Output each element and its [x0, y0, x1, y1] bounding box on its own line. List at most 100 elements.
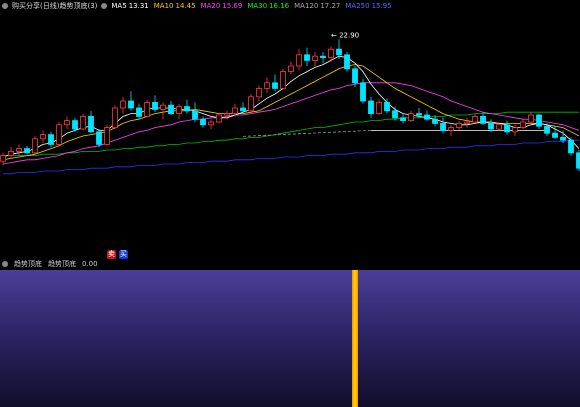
- candle: [8, 147, 14, 159]
- candle-body: [264, 82, 270, 89]
- candle: [112, 105, 118, 129]
- candle-body: [504, 124, 510, 133]
- candle-body: [472, 116, 478, 123]
- candle-body: [216, 114, 222, 123]
- candle-body: [440, 123, 446, 131]
- candle: [504, 120, 510, 135]
- candle: [448, 124, 454, 136]
- indicator-panel[interactable]: [0, 270, 580, 407]
- candle-body: [576, 152, 580, 169]
- candle-body: [208, 121, 214, 126]
- candle-body: [160, 104, 166, 110]
- candle-body: [64, 120, 70, 126]
- candle: [272, 74, 278, 92]
- candle: [168, 101, 174, 115]
- candlestick-chart[interactable]: ← 22.90: [0, 10, 580, 255]
- candle-body: [512, 127, 518, 133]
- indicator-value: 0.00: [82, 260, 98, 268]
- candle: [296, 49, 302, 71]
- candle-body: [128, 100, 134, 109]
- candle: [424, 110, 430, 121]
- candle-body: [256, 88, 262, 98]
- candle-body: [80, 116, 86, 130]
- ma-legend-list: MA5 13.31 MA10 14.45 MA20 15.69 MA30 16.16 MA120…: [111, 2, 391, 10]
- candle-body: [312, 55, 318, 61]
- settings-dot-icon[interactable]: [2, 3, 8, 9]
- candle: [312, 52, 318, 66]
- ma-name: MA20: [200, 2, 221, 10]
- candle: [536, 113, 542, 129]
- candle-body: [40, 134, 46, 140]
- peak-price-label: ← 22.90: [331, 31, 359, 39]
- candle-body: [104, 127, 110, 145]
- candle-body: [568, 139, 574, 154]
- candle: [488, 119, 494, 132]
- ma-toggle-dot-icon[interactable]: [101, 3, 108, 9]
- candle: [288, 61, 294, 75]
- candle-body: [72, 120, 78, 130]
- buy-signal-tag: 买: [119, 250, 128, 259]
- candle: [192, 102, 198, 122]
- candle: [344, 52, 350, 72]
- candle-body: [448, 127, 454, 131]
- candle: [512, 124, 518, 136]
- indicator-dot-icon[interactable]: [2, 261, 8, 267]
- candle-body: [144, 102, 150, 117]
- ma-name: MA10: [153, 2, 174, 10]
- candle-body: [48, 134, 54, 145]
- candle: [248, 94, 254, 113]
- candle: [456, 120, 462, 131]
- ma-name: MA30: [247, 2, 268, 10]
- candle-body: [488, 123, 494, 130]
- trend-line: [242, 130, 372, 137]
- candle: [176, 103, 182, 120]
- candle-body: [528, 114, 534, 123]
- ma-legend-ma120: MA120 17.27: [294, 2, 340, 10]
- ma-value: 17.27: [320, 2, 341, 10]
- ma-value: 16.16: [269, 2, 290, 10]
- candle-body: [408, 113, 414, 121]
- candle: [48, 131, 54, 148]
- ma-legend-ma30: MA30 16.16: [247, 2, 289, 10]
- candle: [200, 116, 206, 128]
- candle-body: [200, 118, 206, 126]
- candle: [360, 78, 366, 104]
- candle-body: [416, 113, 422, 116]
- candle: [16, 144, 22, 156]
- candle: [88, 110, 94, 134]
- candle: [264, 77, 270, 93]
- candle: [160, 102, 166, 120]
- candle-body: [168, 104, 174, 114]
- candle: [120, 96, 126, 114]
- ma-name: MA250: [345, 2, 370, 10]
- ma-legend-ma250: MA250 15.95: [345, 2, 391, 10]
- candle: [128, 91, 134, 111]
- candle-body: [248, 96, 254, 112]
- candle-body: [480, 116, 486, 124]
- candle: [152, 95, 158, 113]
- candle-body: [88, 116, 94, 133]
- candle-body: [464, 121, 470, 124]
- candle-body: [120, 100, 126, 109]
- ma-name: MA5: [111, 2, 127, 10]
- candle-body: [368, 100, 374, 114]
- candle-body: [192, 110, 198, 120]
- candle-body: [24, 148, 30, 154]
- candle-body: [320, 55, 326, 59]
- candle: [256, 85, 262, 101]
- candle: [80, 113, 86, 131]
- candle-body: [552, 132, 558, 138]
- ma-value: 13.31: [128, 2, 149, 10]
- ma-legend-ma5: MA5 13.31: [111, 2, 148, 10]
- candle-body: [536, 114, 542, 127]
- candle: [64, 116, 70, 129]
- candle: [208, 119, 214, 129]
- candle: [376, 99, 382, 115]
- candle-body: [8, 150, 14, 156]
- candle: [32, 136, 38, 155]
- candle-body: [224, 113, 230, 116]
- candle: [368, 96, 374, 118]
- candle-body: [152, 102, 158, 110]
- candle-body: [96, 131, 102, 145]
- candle-body: [328, 48, 334, 59]
